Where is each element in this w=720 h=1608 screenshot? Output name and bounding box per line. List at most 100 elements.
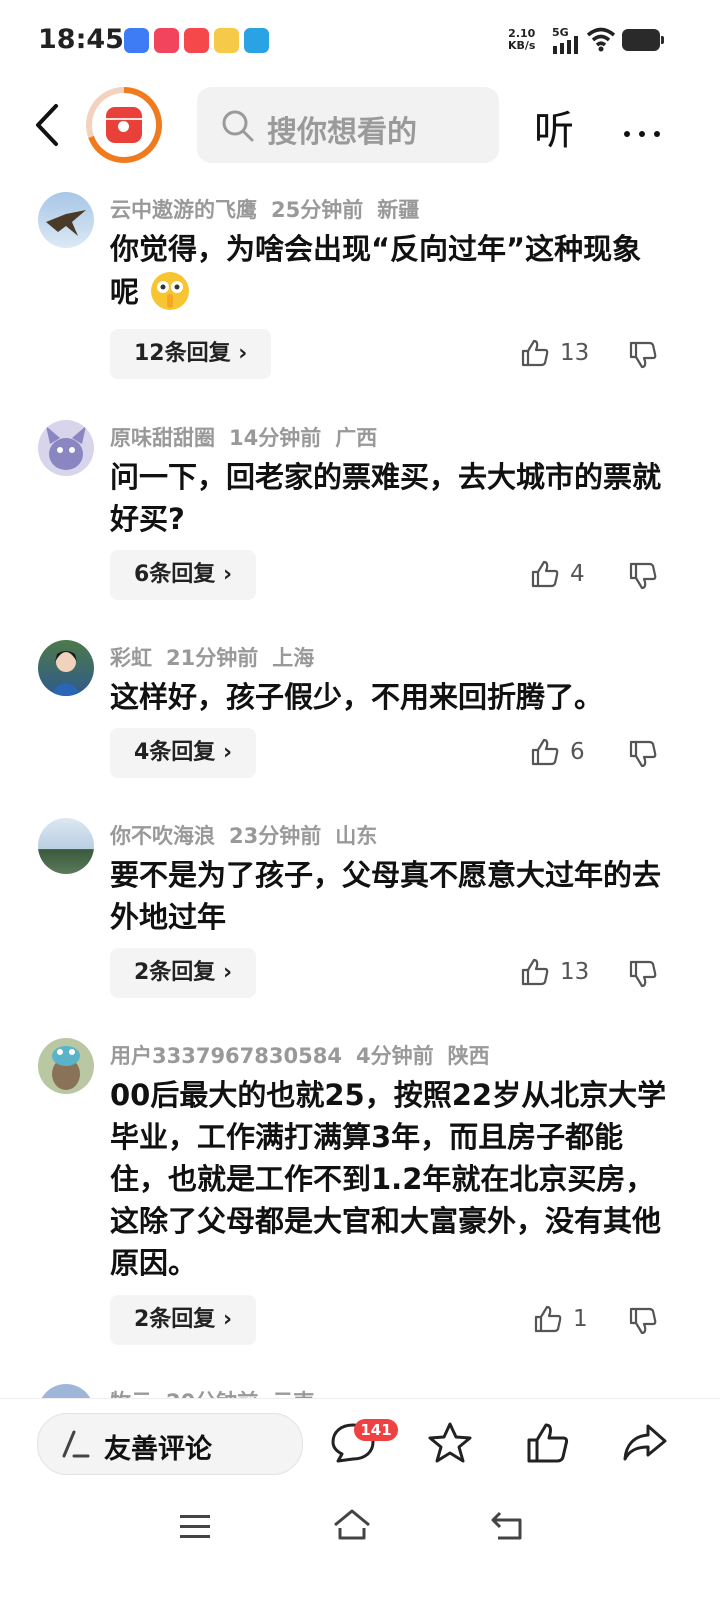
- like-button[interactable]: 4: [530, 559, 585, 589]
- comment-location: 陕西: [447, 1044, 490, 1068]
- status-bar: 18:45 2.10 KB/s 5G: [0, 0, 720, 80]
- net-speed: 2.10 KB/s: [508, 28, 535, 52]
- comment-item: 云中遨游的飞鹰 25分钟前 新疆 你觉得，为啥会出现“反向过年”这种现象呢 12条回…: [0, 192, 720, 392]
- listen-button[interactable]: 听: [534, 98, 574, 156]
- like-count: 6: [570, 739, 585, 765]
- comment-location: 广西: [335, 426, 378, 450]
- user-avatar[interactable]: [38, 1384, 94, 1398]
- like-button[interactable]: 1: [533, 1304, 588, 1334]
- comment-text: 你觉得，为啥会出现“反向过年”这种现象呢: [110, 228, 670, 313]
- comment-count-badge: 141: [354, 1419, 398, 1441]
- pink-app-icon: [154, 28, 179, 53]
- thumbs-up-icon: [531, 738, 559, 766]
- comment-time: 14分钟前: [229, 426, 322, 450]
- thumbs-up-icon: [531, 560, 559, 588]
- more-menu-icon[interactable]: [624, 122, 669, 141]
- thumbs-down-icon[interactable]: [628, 959, 658, 989]
- like-count: 13: [560, 340, 590, 366]
- comment-time: 4分钟前: [355, 1044, 434, 1068]
- share-icon[interactable]: [622, 1421, 668, 1465]
- toutiao-logo-icon: [106, 107, 142, 143]
- replies-button[interactable]: 4条回复 ›: [110, 728, 257, 778]
- thumbs-down-icon[interactable]: [628, 1306, 658, 1336]
- comment-author[interactable]: 彩虹: [110, 646, 152, 670]
- user-avatar[interactable]: [38, 1038, 94, 1094]
- like-count: 4: [570, 561, 585, 587]
- shush-emoji: [151, 272, 190, 310]
- user-avatar[interactable]: [38, 192, 94, 248]
- comment-meta: 云中遨游的飞鹰 25分钟前 新疆: [110, 194, 433, 224]
- notification-icons: [124, 28, 269, 53]
- back-icon[interactable]: [490, 1510, 526, 1542]
- comment-item: 彩虹 21分钟前 上海 这样好，孩子假少，不用来回折腾了。 4条回复 › 6: [0, 640, 720, 800]
- comment-author[interactable]: 原味甜甜圈: [110, 426, 215, 450]
- comment-location: 新疆: [377, 198, 420, 222]
- comment-item: 牧云 20分钟前 云南: [0, 1384, 720, 1398]
- comment-author[interactable]: 云中遨游的飞鹰: [110, 198, 257, 222]
- user-avatar[interactable]: [38, 420, 94, 476]
- cat-avatar-icon: [46, 426, 86, 470]
- comment-meta: 牧云 20分钟前 云南: [110, 1386, 328, 1398]
- thumbs-up-icon: [521, 339, 549, 367]
- back-arrow-icon[interactable]: [30, 102, 64, 148]
- replies-button[interactable]: 2条回复 ›: [110, 1295, 257, 1345]
- battery-icon: [622, 29, 664, 51]
- like-button[interactable]: 6: [530, 737, 585, 767]
- comment-location: 云南: [272, 1390, 314, 1398]
- user-avatar[interactable]: [38, 640, 94, 696]
- comment-item: 你不吹海浪 23分钟前 山东 要不是为了孩子，父母真不愿意大过年的去外地过年 2条回…: [0, 818, 720, 1018]
- net-speed-unit: KB/s: [508, 39, 536, 52]
- user-avatar[interactable]: [38, 818, 94, 874]
- toutiao-app-icon: [184, 28, 209, 53]
- top-nav: 搜你想看的 听: [0, 80, 720, 170]
- yellow-app-icon: [214, 28, 239, 53]
- menu-icon[interactable]: [178, 1512, 212, 1542]
- comment-location: 上海: [272, 646, 315, 670]
- search-placeholder: 搜你想看的: [267, 115, 417, 150]
- wifi-icon: [586, 27, 616, 52]
- comment-text: 这样好，孩子假少，不用来回折腾了。: [110, 680, 604, 714]
- comment-time: 25分钟前: [271, 198, 364, 222]
- logo-inner: [92, 93, 156, 157]
- status-time: 18:45: [38, 24, 124, 55]
- system-nav-bar: [0, 1490, 720, 1608]
- like-count: 13: [560, 959, 590, 985]
- like-button[interactable]: 13: [520, 338, 589, 368]
- replies-button[interactable]: 2条回复 ›: [110, 948, 257, 998]
- comment-meta: 用户3337967830584 4分钟前 陕西: [110, 1040, 504, 1070]
- comment-item: 原味甜甜圈 14分钟前 广西 问一下，回老家的票难买，去大城市的票就好买? 6条回复…: [0, 420, 720, 620]
- eagle-avatar-icon: [46, 210, 86, 236]
- blue-app-icon: [124, 28, 149, 53]
- search-box[interactable]: 搜你想看的: [197, 87, 499, 163]
- comment-meta: 原味甜甜圈 14分钟前 广西: [110, 422, 391, 452]
- comment-author[interactable]: 用户3337967830584: [110, 1044, 342, 1068]
- comment-time: 20分钟前: [166, 1390, 258, 1398]
- star-icon[interactable]: [427, 1421, 473, 1465]
- signal-bars-icon: [553, 36, 578, 54]
- comment-placeholder: 友善评论: [104, 1434, 212, 1465]
- pen-icon: [62, 1430, 90, 1458]
- like-button[interactable]: 13: [520, 957, 589, 987]
- comment-author[interactable]: 你不吹海浪: [110, 824, 215, 848]
- telegram-app-icon: [244, 28, 269, 53]
- home-icon[interactable]: [332, 1508, 372, 1542]
- replies-button[interactable]: 6条回复 ›: [110, 550, 257, 600]
- comment-input[interactable]: 友善评论: [37, 1413, 303, 1475]
- person-avatar-icon: [50, 651, 82, 696]
- comment-author[interactable]: 牧云: [110, 1390, 152, 1398]
- search-icon: [222, 110, 254, 142]
- like-count: 1: [573, 1306, 588, 1332]
- thumbs-down-icon[interactable]: [628, 739, 658, 769]
- bird-avatar-icon: [52, 1046, 80, 1090]
- comment-meta: 你不吹海浪 23分钟前 山东: [110, 820, 391, 850]
- comment-location: 山东: [335, 824, 378, 848]
- comment-text: 00后最大的也就25，按照22岁从北京大学毕业，工作满打满算3年，而且房子都能住…: [110, 1078, 667, 1280]
- thumbs-down-icon[interactable]: [628, 340, 658, 370]
- comment-item: 用户3337967830584 4分钟前 陕西 00后最大的也就25，按照22岁从北…: [0, 1038, 720, 1368]
- comment-text: 要不是为了孩子，父母真不愿意大过年的去外地过年: [110, 858, 662, 934]
- thumbs-up-icon[interactable]: [525, 1421, 571, 1465]
- replies-button[interactable]: 12条回复 ›: [110, 329, 272, 379]
- app-logo[interactable]: [86, 87, 162, 163]
- comment-meta: 彩虹 21分钟前 上海: [110, 642, 328, 672]
- thumbs-down-icon[interactable]: [628, 561, 658, 591]
